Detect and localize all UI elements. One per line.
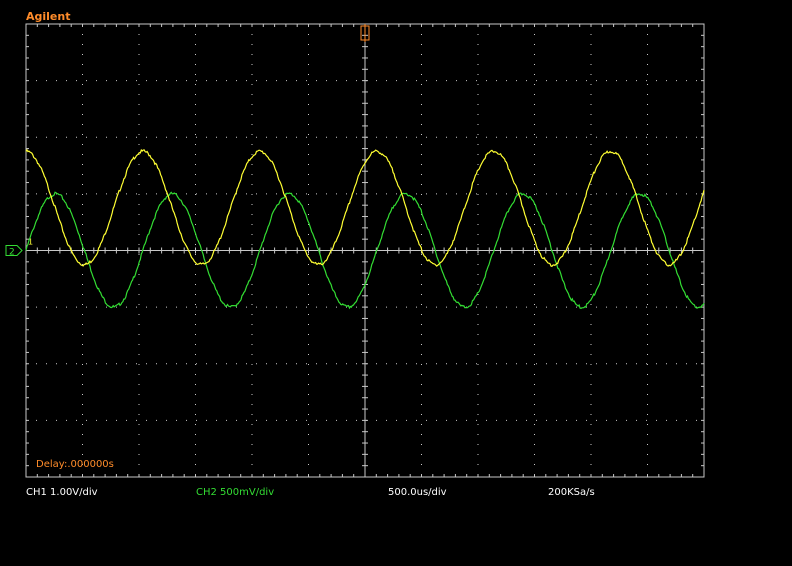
- delay-readout: Delay:.000000s: [36, 459, 114, 470]
- brand-logo: Agilent: [26, 10, 71, 23]
- scope-display: 21: [5, 23, 705, 478]
- ch2-ground-marker-label: 2: [9, 248, 15, 258]
- timebase-readout: 500.0us/div: [388, 487, 447, 498]
- sample-rate-readout: 200KSa/s: [548, 487, 595, 498]
- ch1-scale-readout: CH1 1.00V/div: [26, 487, 98, 498]
- ch2-scale-readout: CH2 500mV/div: [196, 487, 275, 498]
